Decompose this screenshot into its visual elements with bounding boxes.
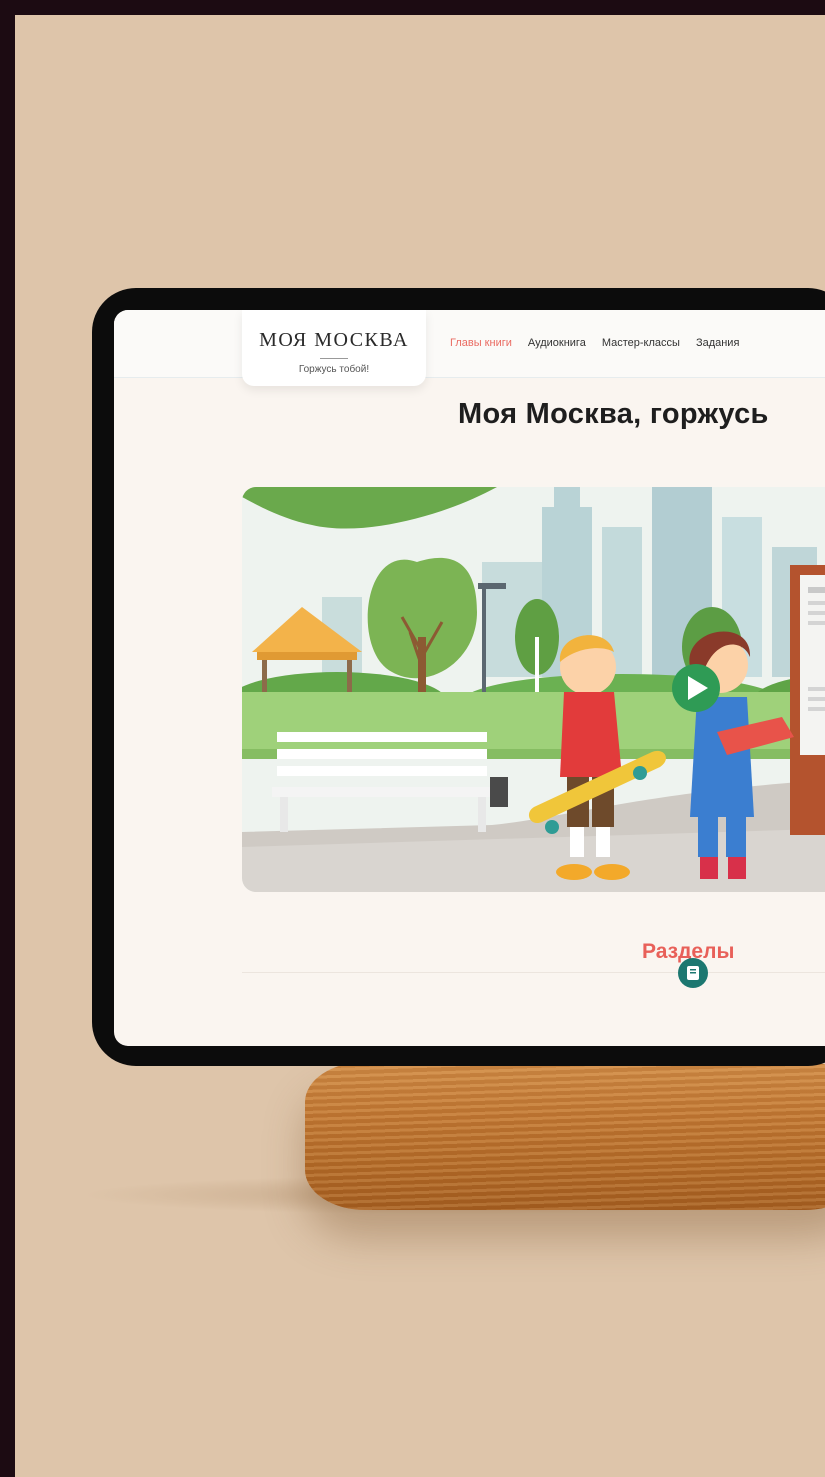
logo[interactable]: МОЯ МОСКВА Горжусь тобой! <box>242 310 426 386</box>
nav-item-chapters[interactable]: Главы книги <box>450 337 512 349</box>
nav-item-tasks[interactable]: Задания <box>696 337 739 349</box>
hero-illustration <box>242 487 825 892</box>
hero-video[interactable] <box>242 487 825 892</box>
sections-divider <box>242 972 825 973</box>
logo-title: МОЯ МОСКВА <box>259 329 409 351</box>
page-title: Моя Москва, горжусь <box>458 398 769 430</box>
wooden-stand <box>305 1062 825 1210</box>
nav-item-masterclasses[interactable]: Мастер-классы <box>602 337 680 349</box>
book-icon-glyph <box>687 966 699 980</box>
nav-item-audiobook[interactable]: Аудиокнига <box>528 337 586 349</box>
main-nav: Главы книги Аудиокнига Мастер-классы Зад… <box>450 337 739 349</box>
tablet-screen: МОЯ МОСКВА Горжусь тобой! Главы книги Ау… <box>114 310 825 1046</box>
book-icon[interactable] <box>678 958 708 988</box>
logo-subtitle: Горжусь тобой! <box>298 364 370 375</box>
logo-divider <box>320 358 348 359</box>
